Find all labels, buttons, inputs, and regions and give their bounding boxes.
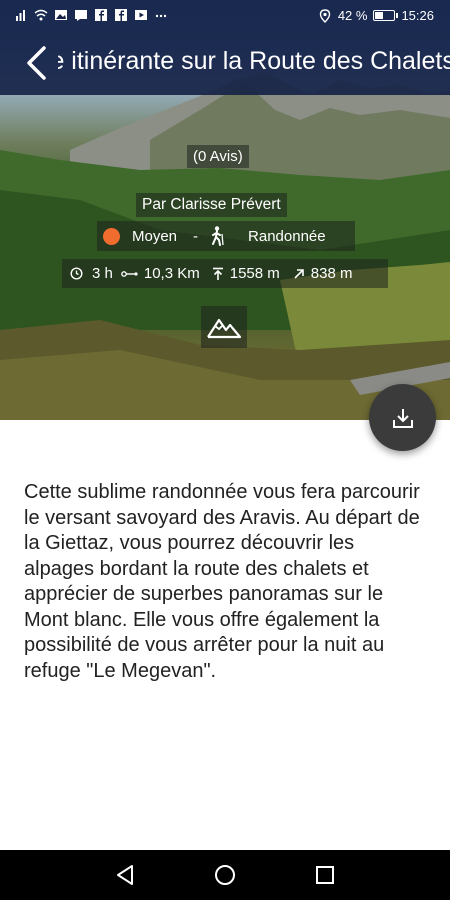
facebook-icon: [114, 8, 128, 22]
status-bar: 42 % 15:26: [0, 0, 450, 33]
square-recents-icon: [316, 866, 334, 884]
sim-icon: [14, 8, 28, 22]
triangle-back-icon: [117, 865, 133, 885]
author-label: Par Clarisse Prévert: [136, 193, 287, 217]
distance-icon: [121, 269, 139, 279]
facebook-icon: [94, 8, 108, 22]
clock-icon: [70, 267, 83, 280]
status-time: 15:26: [401, 8, 434, 23]
elevation-gain-icon: [293, 268, 305, 280]
max-altitude-value: 1558 m: [229, 265, 280, 282]
hike-description: Cette sublime randonnée vous fera parcou…: [24, 481, 420, 682]
video-icon: [134, 8, 148, 22]
duration-value: 3 h: [92, 265, 113, 282]
difficulty-activity-row: Moyen - Randonnée: [97, 221, 355, 251]
location-icon: [318, 8, 332, 23]
download-button[interactable]: [369, 384, 436, 451]
battery-percent: 42 %: [337, 8, 368, 23]
download-icon: [392, 408, 413, 428]
mountain-icon[interactable]: [201, 306, 247, 348]
battery-icon: [373, 10, 399, 21]
back-button[interactable]: [14, 41, 58, 85]
difficulty-dot-icon: [103, 227, 120, 245]
nav-recents-button[interactable]: [310, 860, 340, 890]
nav-home-button[interactable]: [210, 860, 240, 890]
circle-home-icon: [215, 865, 235, 885]
message-icon: [74, 8, 88, 22]
elevation-gain-value: 838 m: [310, 265, 353, 282]
reviews-count[interactable]: (0 Avis): [187, 145, 249, 168]
distance-value: 10,3 Km: [143, 265, 200, 282]
activity-label: Randonnée: [248, 227, 326, 245]
back-arrow-icon: [27, 46, 46, 80]
nav-back-button[interactable]: [110, 860, 140, 890]
gallery-icon: [54, 8, 68, 22]
hiker-icon: [208, 226, 226, 246]
separator: -: [193, 227, 199, 245]
altitude-icon: [212, 267, 224, 281]
difficulty-label: Moyen: [132, 227, 178, 245]
more-icon: [154, 8, 168, 22]
top-app-bar: Journée itinérante sur la Route des Chal…: [0, 33, 450, 95]
stats-row: 3 h 10,3 Km 1558 m 838 m: [62, 259, 388, 288]
navigation-bar: [0, 850, 450, 900]
page-title: Journée itinérante sur la Route des Chal…: [58, 47, 450, 75]
wifi-icon: [34, 8, 48, 22]
